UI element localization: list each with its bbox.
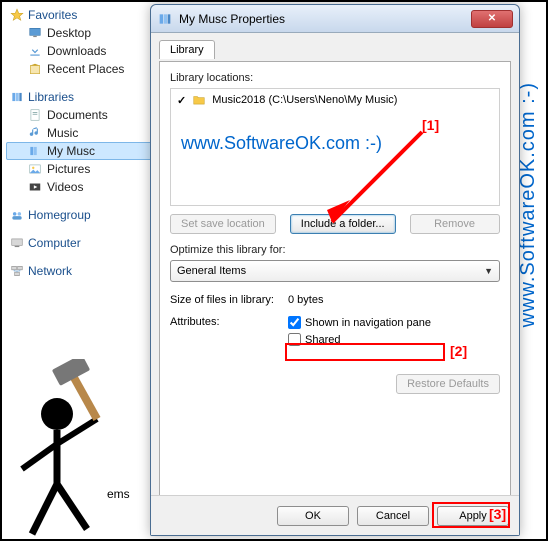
tree-group-computer[interactable]: Computer: [6, 234, 156, 252]
tree-group-homegroup[interactable]: Homegroup: [6, 206, 156, 224]
restore-defaults-button: Restore Defaults: [396, 374, 500, 394]
attr-shared[interactable]: Shared: [288, 333, 431, 346]
tree-item-videos[interactable]: Videos: [6, 178, 156, 196]
tree-item-documents[interactable]: Documents: [6, 106, 156, 124]
chevron-down-icon: ▼: [484, 266, 493, 276]
cancel-button[interactable]: Cancel: [357, 506, 429, 526]
location-row[interactable]: ✓ Music2018 (C:\Users\Neno\My Music): [171, 89, 499, 111]
explorer-nav-tree: Favorites Desktop Downloads Recent Place…: [6, 6, 156, 280]
locations-list[interactable]: ✓ Music2018 (C:\Users\Neno\My Music) www…: [170, 88, 500, 206]
computer-icon: [10, 236, 24, 250]
tab-panel: Library locations: ✓ Music2018 (C:\Users…: [159, 61, 511, 509]
tree-item-label: Recent Places: [47, 62, 124, 76]
shared-checkbox[interactable]: [288, 333, 301, 346]
set-save-location-button: Set save location: [170, 214, 276, 234]
checkbox-label: Shared: [305, 334, 340, 346]
tree-group-favorites[interactable]: Favorites: [6, 6, 156, 24]
apply-button[interactable]: Apply: [437, 506, 509, 526]
stick-figure-illustration: [2, 359, 152, 539]
videos-icon: [28, 180, 42, 194]
tree-item-label: My Musc: [47, 144, 95, 158]
tree-label: Favorites: [28, 8, 77, 22]
check-icon: ✓: [177, 94, 186, 107]
tree-item-music[interactable]: Music: [6, 124, 156, 142]
attributes-label: Attributes:: [170, 316, 280, 350]
downloads-icon: [28, 44, 42, 58]
music-icon: [28, 126, 42, 140]
tree-item-pictures[interactable]: Pictures: [6, 160, 156, 178]
size-value: 0 bytes: [288, 294, 323, 306]
tree-label: Libraries: [28, 90, 74, 104]
tab-library[interactable]: Library: [159, 40, 215, 59]
tree-item-label: Documents: [47, 108, 108, 122]
tree-item-recent[interactable]: Recent Places: [6, 60, 156, 78]
desktop-icon: [28, 26, 42, 40]
dialog-title: My Musc Properties: [179, 12, 471, 26]
star-icon: [10, 8, 24, 22]
combo-value: General Items: [177, 265, 246, 277]
dialog-footer: OK Cancel Apply: [151, 495, 519, 535]
optimize-combo[interactable]: General Items ▼: [170, 260, 500, 282]
folder-icon: [192, 93, 206, 107]
tree-group-libraries[interactable]: Libraries: [6, 88, 156, 106]
tree-label: Homegroup: [28, 208, 91, 222]
tab-strip: Library: [159, 39, 511, 61]
close-icon: ✕: [488, 13, 496, 24]
tree-item-label: Music: [47, 126, 78, 140]
ok-button[interactable]: OK: [277, 506, 349, 526]
close-button[interactable]: ✕: [471, 10, 513, 28]
pictures-icon: [28, 162, 42, 176]
documents-icon: [28, 108, 42, 122]
tree-label: Network: [28, 264, 72, 278]
location-path: Music2018 (C:\Users\Neno\My Music): [212, 94, 397, 106]
recent-icon: [28, 62, 42, 76]
include-folder-button[interactable]: Include a folder...: [290, 214, 396, 234]
nav-pane-checkbox[interactable]: [288, 316, 301, 329]
tree-item-downloads[interactable]: Downloads: [6, 42, 156, 60]
tree-item-desktop[interactable]: Desktop: [6, 24, 156, 42]
dialog-titlebar[interactable]: My Musc Properties ✕: [151, 5, 519, 33]
tree-item-mymusc[interactable]: My Musc: [6, 142, 156, 160]
watermark-text: www.SoftwareOK.com :-): [181, 133, 382, 154]
attr-nav-pane[interactable]: Shown in navigation pane: [288, 316, 431, 329]
locations-label: Library locations:: [170, 72, 500, 84]
tree-item-label: Downloads: [47, 44, 106, 58]
tree-item-label: Pictures: [47, 162, 90, 176]
bg-watermark-vertical: www.SoftwareOK.com :-): [517, 82, 540, 327]
remove-button: Remove: [410, 214, 500, 234]
tree-group-network[interactable]: Network: [6, 262, 156, 280]
tree-label: Computer: [28, 236, 81, 250]
network-icon: [10, 264, 24, 278]
optimize-label: Optimize this library for:: [170, 244, 500, 256]
libraries-icon: [10, 90, 24, 104]
homegroup-icon: [10, 208, 24, 222]
tree-item-label: Videos: [47, 180, 83, 194]
size-label: Size of files in library:: [170, 294, 280, 306]
library-icon: [157, 11, 173, 27]
tree-item-label: Desktop: [47, 26, 91, 40]
properties-dialog: My Musc Properties ✕ Library Library loc…: [150, 4, 520, 536]
checkbox-label: Shown in navigation pane: [305, 317, 431, 329]
library-icon: [28, 144, 42, 158]
text-remnant: ems: [107, 487, 130, 501]
